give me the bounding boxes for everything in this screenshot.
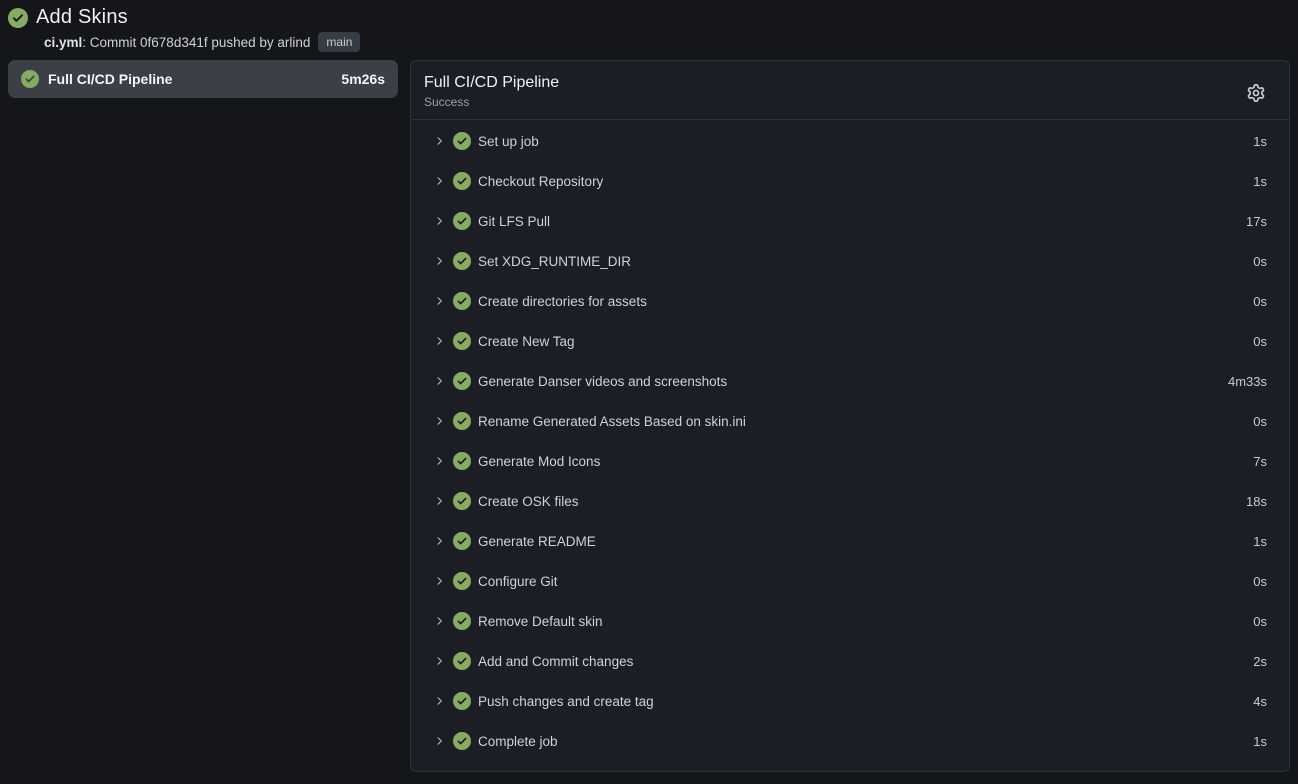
gear-icon[interactable] [1243, 80, 1269, 106]
step-status-success-icon [453, 252, 471, 270]
step-status-success-icon [453, 572, 471, 590]
step-status-success-icon [453, 532, 471, 550]
chevron-right-icon[interactable] [433, 215, 445, 227]
chevron-right-icon[interactable] [433, 495, 445, 507]
step-status-success-icon [453, 612, 471, 630]
run-status-success-icon [8, 8, 28, 28]
chevron-right-icon[interactable] [433, 135, 445, 147]
chevron-right-icon[interactable] [433, 615, 445, 627]
step-label: Generate Mod Icons [478, 454, 1253, 469]
step-status-success-icon [453, 652, 471, 670]
step-label: Checkout Repository [478, 174, 1253, 189]
step-status-success-icon [453, 292, 471, 310]
step-status-success-icon [453, 692, 471, 710]
step-duration: 0s [1253, 574, 1267, 589]
step-status-success-icon [453, 412, 471, 430]
job-panel-header: Full CI/CD Pipeline Success [411, 61, 1289, 119]
step-duration: 0s [1253, 254, 1267, 269]
job-status-success-icon [21, 70, 39, 88]
step-status-success-icon [453, 332, 471, 350]
step-status-success-icon [453, 492, 471, 510]
step-label: Generate Danser videos and screenshots [478, 374, 1228, 389]
branch-badge[interactable]: main [318, 32, 360, 52]
run-title: Add Skins [36, 6, 128, 29]
run-subtitle: ci.yml: Commit 0f678d341f pushed by arli… [44, 32, 1282, 52]
step-duration: 17s [1246, 214, 1267, 229]
step-duration: 1s [1253, 174, 1267, 189]
step-duration: 4m33s [1228, 374, 1267, 389]
step-duration: 0s [1253, 294, 1267, 309]
step-row[interactable]: Rename Generated Assets Based on skin.in… [411, 401, 1289, 441]
step-row[interactable]: Add and Commit changes 2s [411, 641, 1289, 681]
step-label: Rename Generated Assets Based on skin.in… [478, 414, 1253, 429]
step-status-success-icon [453, 452, 471, 470]
step-row[interactable]: Set up job 1s [411, 121, 1289, 161]
step-label: Push changes and create tag [478, 694, 1253, 709]
step-duration: 0s [1253, 414, 1267, 429]
step-duration: 1s [1253, 734, 1267, 749]
step-duration: 0s [1253, 334, 1267, 349]
step-duration: 2s [1253, 654, 1267, 669]
step-label: Set up job [478, 134, 1253, 149]
step-status-success-icon [453, 372, 471, 390]
step-label: Configure Git [478, 574, 1253, 589]
step-label: Remove Default skin [478, 614, 1253, 629]
job-panel-title: Full CI/CD Pipeline [424, 74, 1243, 92]
chevron-right-icon[interactable] [433, 655, 445, 667]
step-label: Create directories for assets [478, 294, 1253, 309]
step-label: Create OSK files [478, 494, 1246, 509]
step-status-success-icon [453, 132, 471, 150]
step-row[interactable]: Remove Default skin 0s [411, 601, 1289, 641]
run-layout: Full CI/CD Pipeline 5m26s Full CI/CD Pip… [0, 60, 1298, 772]
step-row[interactable]: Push changes and create tag 4s [411, 681, 1289, 721]
step-label: Add and Commit changes [478, 654, 1253, 669]
step-row[interactable]: Generate Mod Icons 7s [411, 441, 1289, 481]
step-duration: 0s [1253, 614, 1267, 629]
step-duration: 18s [1246, 494, 1267, 509]
step-row[interactable]: Generate Danser videos and screenshots 4… [411, 361, 1289, 401]
job-detail-panel: Full CI/CD Pipeline Success Set up job 1… [410, 60, 1290, 772]
step-row[interactable]: Set XDG_RUNTIME_DIR 0s [411, 241, 1289, 281]
step-row[interactable]: Create New Tag 0s [411, 321, 1289, 361]
chevron-right-icon[interactable] [433, 375, 445, 387]
step-status-success-icon [453, 732, 471, 750]
step-status-success-icon [453, 212, 471, 230]
chevron-right-icon[interactable] [433, 735, 445, 747]
step-label: Create New Tag [478, 334, 1253, 349]
chevron-right-icon[interactable] [433, 175, 445, 187]
step-duration: 7s [1253, 454, 1267, 469]
step-row[interactable]: Git LFS Pull 17s [411, 201, 1289, 241]
chevron-right-icon[interactable] [433, 295, 445, 307]
step-label: Complete job [478, 734, 1253, 749]
chevron-right-icon[interactable] [433, 535, 445, 547]
chevron-right-icon[interactable] [433, 455, 445, 467]
step-row[interactable]: Complete job 1s [411, 721, 1289, 761]
chevron-right-icon[interactable] [433, 255, 445, 267]
step-row[interactable]: Generate README 1s [411, 521, 1289, 561]
step-row[interactable]: Create OSK files 18s [411, 481, 1289, 521]
job-panel-status: Success [424, 95, 1243, 109]
step-duration: 1s [1253, 534, 1267, 549]
commit-info: : Commit 0f678d341f pushed by arlind [82, 35, 310, 50]
step-label: Set XDG_RUNTIME_DIR [478, 254, 1253, 269]
jobs-sidebar: Full CI/CD Pipeline 5m26s [8, 60, 398, 98]
step-label: Generate README [478, 534, 1253, 549]
step-row[interactable]: Configure Git 0s [411, 561, 1289, 601]
run-header: Add Skins ci.yml: Commit 0f678d341f push… [0, 0, 1298, 52]
step-row[interactable]: Checkout Repository 1s [411, 161, 1289, 201]
step-duration: 4s [1253, 694, 1267, 709]
step-status-success-icon [453, 172, 471, 190]
chevron-right-icon[interactable] [433, 415, 445, 427]
job-duration: 5m26s [341, 71, 385, 87]
chevron-right-icon[interactable] [433, 575, 445, 587]
workflow-file-name: ci.yml [44, 35, 82, 50]
step-label: Git LFS Pull [478, 214, 1246, 229]
step-duration: 1s [1253, 134, 1267, 149]
steps-list: Set up job 1s Checkout Repository 1s Git… [411, 120, 1289, 766]
chevron-right-icon[interactable] [433, 695, 445, 707]
step-row[interactable]: Create directories for assets 0s [411, 281, 1289, 321]
job-name: Full CI/CD Pipeline [48, 71, 332, 87]
chevron-right-icon[interactable] [433, 335, 445, 347]
sidebar-job-full-ci-cd-pipeline[interactable]: Full CI/CD Pipeline 5m26s [8, 60, 398, 98]
